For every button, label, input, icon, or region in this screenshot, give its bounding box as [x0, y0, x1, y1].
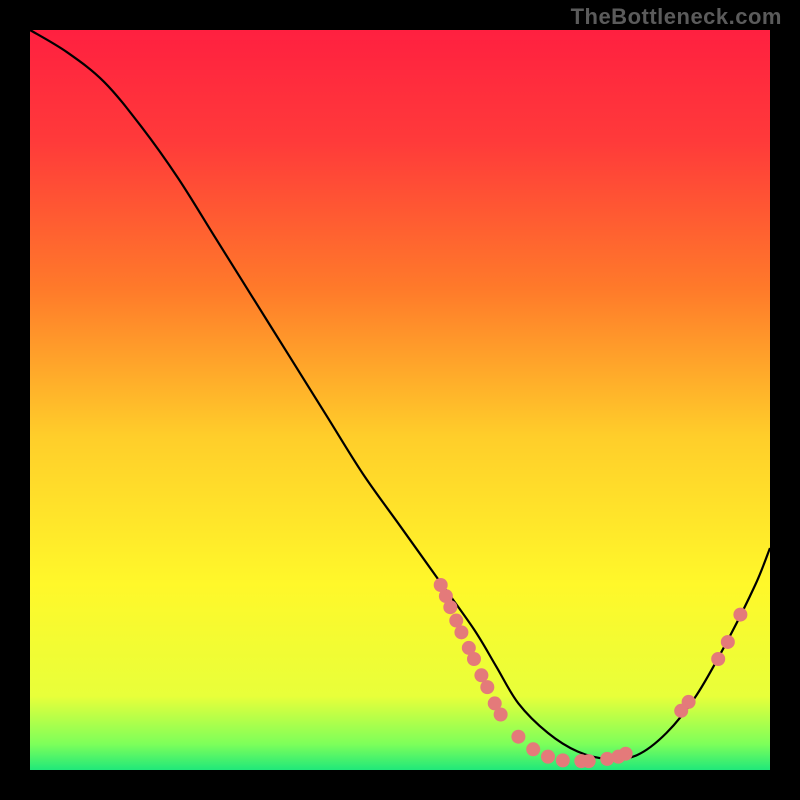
curve-marker [454, 625, 468, 639]
curve-marker [556, 753, 570, 767]
curve-marker [467, 652, 481, 666]
curve-marker [619, 747, 633, 761]
curve-marker [443, 600, 457, 614]
curve-marker [526, 742, 540, 756]
curve-marker [494, 708, 508, 722]
curve-marker [474, 668, 488, 682]
curve-marker [582, 754, 596, 768]
curve-marker [541, 750, 555, 764]
curve-marker [682, 695, 696, 709]
plot-background [30, 30, 770, 770]
curve-marker [733, 608, 747, 622]
curve-marker [480, 680, 494, 694]
chart-stage: TheBottleneck.com [0, 0, 800, 800]
bottleneck-chart [0, 0, 800, 800]
curve-marker [711, 652, 725, 666]
curve-marker [511, 730, 525, 744]
curve-marker [721, 635, 735, 649]
watermark-text: TheBottleneck.com [571, 4, 782, 30]
